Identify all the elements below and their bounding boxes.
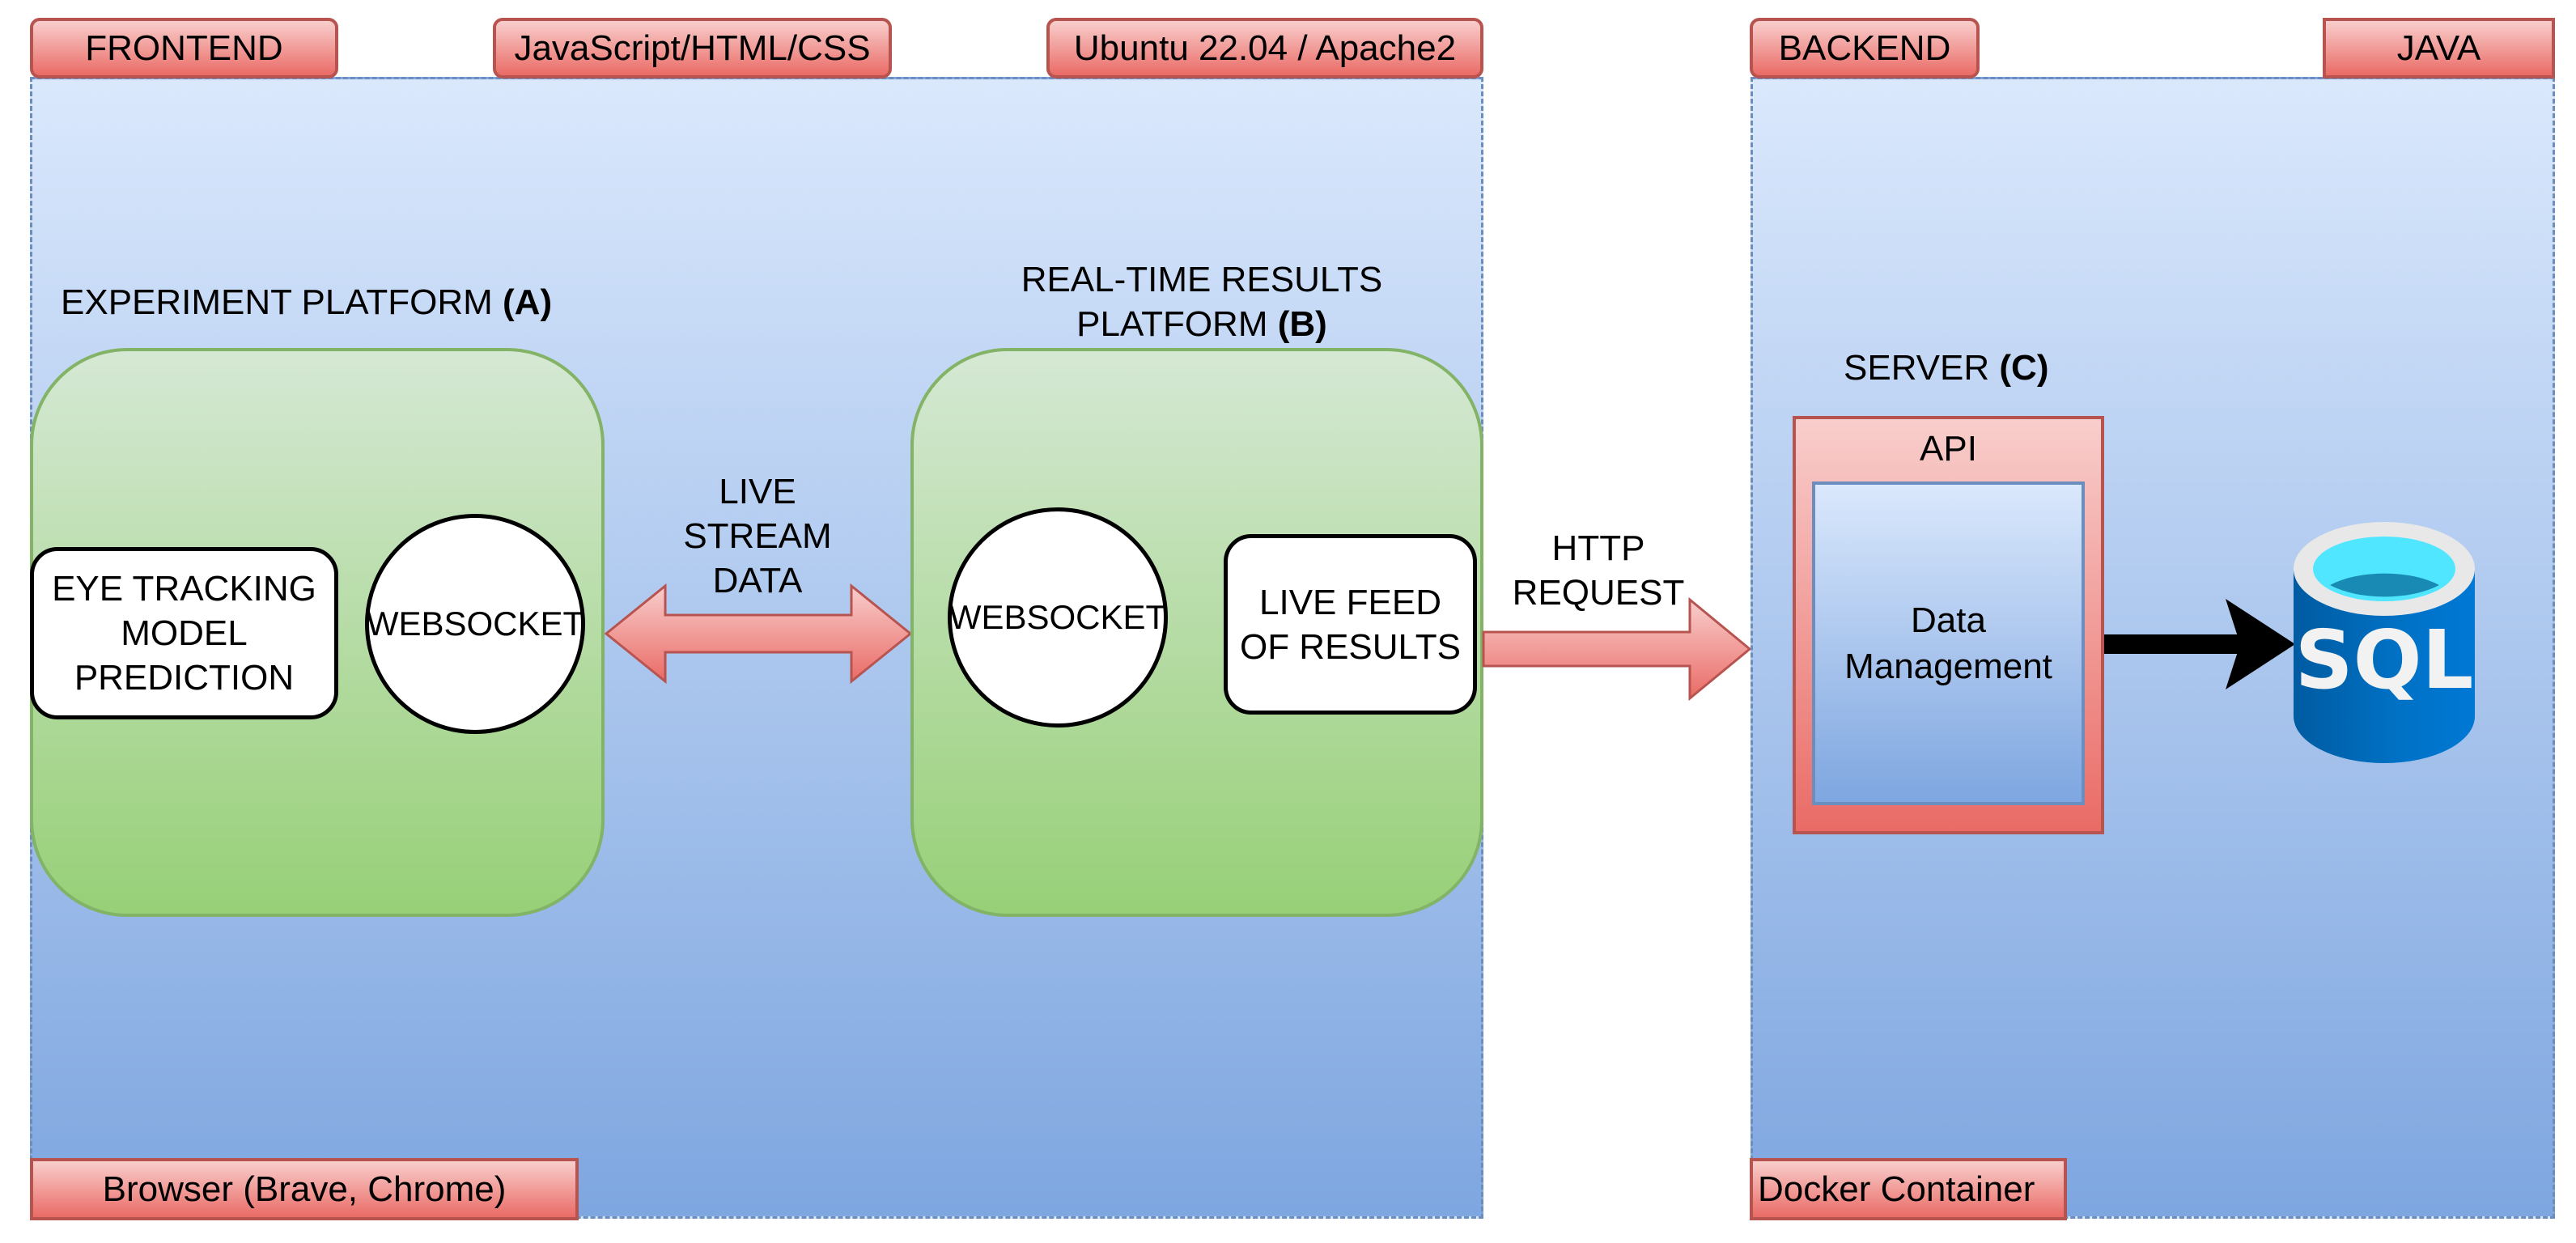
docker-tag-label: Docker Container — [1758, 1169, 2035, 1209]
backend-tag-label: BACKEND — [1778, 28, 1951, 68]
browser-tag: Browser (Brave, Chrome) — [30, 1158, 579, 1220]
platform-b-title: REAL-TIME RESULTS PLATFORM (B) — [1021, 260, 1383, 344]
live-feed-box: LIVE FEED OF RESULTS — [1224, 534, 1477, 715]
eye-tracking-model-box: EYE TRACKING MODEL PREDICTION — [30, 547, 338, 719]
websocket-b-node: WEBSOCKET — [948, 507, 1168, 728]
db-arrow-icon — [2104, 599, 2295, 689]
sql-database-icon: SQL — [2294, 522, 2475, 763]
server-title: SERVER (C) — [1844, 348, 2049, 388]
bidirectional-arrow-icon — [604, 583, 913, 685]
backend-tag: BACKEND — [1750, 18, 1980, 78]
websocket-a-node: WEBSOCKET — [365, 514, 585, 734]
languages-tag-label: JavaScript/HTML/CSS — [514, 28, 871, 68]
frontend-tag-label: FRONTEND — [85, 28, 283, 68]
browser-tag-label: Browser (Brave, Chrome) — [102, 1169, 507, 1209]
docker-tag: Docker Container — [1750, 1158, 2067, 1220]
languages-tag: JavaScript/HTML/CSS — [493, 18, 892, 78]
data-management-box: Data Management — [1812, 482, 2085, 805]
host-tag: Ubuntu 22.04 / Apache2 — [1046, 18, 1483, 78]
sql-label: SQL — [2295, 613, 2474, 707]
java-tag: JAVA — [2323, 18, 2555, 78]
java-tag-label: JAVA — [2396, 28, 2481, 68]
frontend-tag: FRONTEND — [30, 18, 338, 78]
platform-a-title: EXPERIMENT PLATFORM (A) — [61, 282, 553, 322]
http-arrow-icon — [1482, 596, 1752, 702]
api-label: API — [1920, 429, 1977, 469]
host-tag-label: Ubuntu 22.04 / Apache2 — [1073, 28, 1457, 68]
